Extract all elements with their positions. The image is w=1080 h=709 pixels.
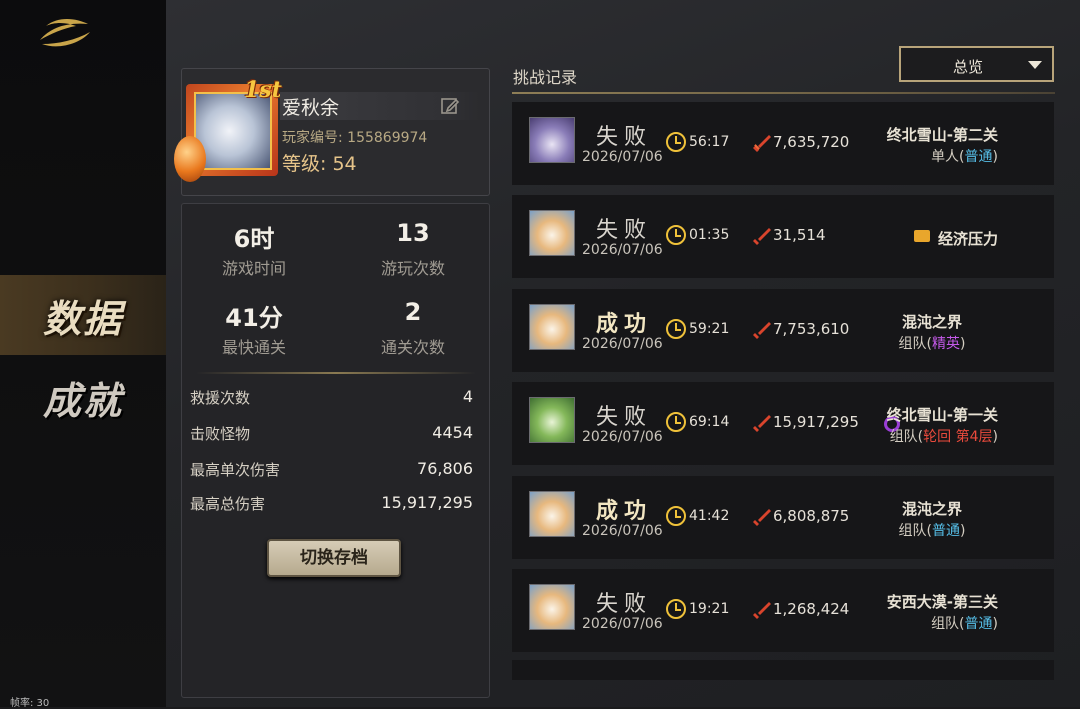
record-date: 2026/07/06 bbox=[582, 429, 663, 445]
record-time: 56:17 bbox=[689, 134, 730, 150]
clock-icon bbox=[666, 412, 686, 432]
record-date: 2026/07/06 bbox=[582, 336, 663, 352]
mode-extra: 第4层 bbox=[951, 429, 993, 445]
sword-icon bbox=[753, 322, 771, 339]
record-row[interactable]: 失败 2026/07/06 19:21 1,268,424 安西大漠-第三关 组… bbox=[512, 569, 1054, 652]
mode-prefix: 组队( bbox=[898, 336, 932, 352]
rank-badge: 1st bbox=[244, 77, 282, 103]
mode-type: 轮回 bbox=[923, 429, 952, 445]
mode-suffix: ) bbox=[960, 336, 966, 352]
mode-suffix: ) bbox=[992, 149, 998, 165]
mode-type: 普通 bbox=[932, 523, 960, 539]
record-mode: 组队(轮回 第4层) bbox=[798, 426, 998, 446]
clear-count-value: 2 bbox=[404, 298, 422, 326]
record-time: 59:21 bbox=[689, 321, 730, 337]
clock-icon bbox=[666, 506, 686, 526]
edit-icon[interactable] bbox=[440, 96, 460, 116]
rescue-count-value: 4 bbox=[462, 387, 473, 406]
max-single-damage-value: 76,806 bbox=[417, 459, 473, 478]
play-count-value: 13 bbox=[396, 219, 430, 247]
record-mode: 组队(普通) bbox=[862, 520, 1002, 540]
record-stage: 终北雪山-第二关 bbox=[886, 126, 998, 144]
records-title: 挑战记录 bbox=[513, 68, 578, 87]
sword-icon bbox=[753, 415, 771, 432]
mode-type: 普通 bbox=[964, 616, 993, 632]
record-mode: 组队(普通) bbox=[798, 613, 998, 633]
record-date: 2026/07/06 bbox=[582, 242, 663, 258]
max-single-damage-label: 最高单次伤害 bbox=[190, 461, 281, 479]
mode-suffix: ) bbox=[992, 429, 998, 445]
sidebar-item-data[interactable]: 数据 bbox=[0, 275, 166, 355]
record-time: 01:35 bbox=[689, 227, 730, 243]
sidebar-item-achievements[interactable]: 成就 bbox=[0, 357, 166, 437]
rescue-count-label: 救援次数 bbox=[190, 389, 251, 407]
play-time-label: 游戏时间 bbox=[221, 259, 286, 278]
mode-prefix: 组队( bbox=[931, 616, 965, 632]
record-row[interactable]: 成功 2026/07/06 59:21 7,753,610 混沌之界 组队(精英… bbox=[512, 289, 1054, 372]
record-mode: 单人(普通) bbox=[798, 146, 998, 166]
monsters-defeated-label: 击败怪物 bbox=[190, 425, 251, 443]
record-row[interactable]: 失败 2026/07/06 01:35 31,514 经济压力 bbox=[512, 195, 1054, 278]
record-damage: 7,753,610 bbox=[773, 320, 850, 338]
player-level: 等级: 54 bbox=[282, 153, 357, 175]
clock-icon bbox=[666, 132, 686, 152]
record-stage: 经济压力 bbox=[937, 230, 998, 248]
records-filter-dropdown[interactable]: 总览 bbox=[899, 46, 1054, 82]
record-row[interactable]: 失败 2026/07/06 69:14 15,917,295 终北雪山-第一关 … bbox=[512, 382, 1054, 465]
record-mode: 组队(精英) bbox=[862, 333, 1002, 353]
record-date: 2026/07/06 bbox=[582, 523, 663, 539]
mode-suffix: ) bbox=[960, 523, 966, 539]
mode-type: 普通 bbox=[964, 149, 993, 165]
mode-extra-text: 第4层 bbox=[955, 429, 993, 445]
record-row[interactable]: 成功 2026/07/06 41:42 6,808,875 混沌之界 组队(普通… bbox=[512, 476, 1054, 559]
mode-suffix: ) bbox=[992, 616, 998, 632]
mode-prefix: 组队( bbox=[898, 523, 932, 539]
record-time: 41:42 bbox=[689, 508, 730, 524]
clock-icon bbox=[666, 599, 686, 619]
sword-icon bbox=[753, 509, 771, 526]
orb-icon bbox=[174, 136, 206, 182]
max-total-damage-label: 最高总伤害 bbox=[190, 495, 266, 513]
switch-save-button[interactable]: 切换存档 bbox=[267, 539, 401, 577]
sword-icon bbox=[753, 602, 771, 619]
records-divider bbox=[512, 92, 1055, 94]
sidebar: 数据 成就 帧率: 30 bbox=[0, 0, 166, 709]
record-stage: 混沌之界 bbox=[901, 500, 962, 518]
max-total-damage-value: 15,917,295 bbox=[381, 493, 473, 512]
sword-icon bbox=[753, 135, 771, 152]
clock-icon bbox=[666, 225, 686, 245]
stats-divider bbox=[196, 372, 476, 374]
fastest-clear-value: 41分 bbox=[225, 304, 283, 332]
record-stage: 安西大漠-第三关 bbox=[886, 593, 998, 611]
fastest-clear-label: 最快通关 bbox=[221, 338, 286, 357]
record-row-partial bbox=[512, 660, 1054, 680]
mode-prefix: 单人( bbox=[931, 149, 965, 165]
player-id: 玩家编号: 155869974 bbox=[282, 130, 428, 146]
game-logo-icon bbox=[40, 19, 90, 47]
sword-icon bbox=[753, 228, 771, 245]
dropdown-selected-label: 总览 bbox=[952, 58, 983, 76]
record-time: 19:21 bbox=[689, 601, 730, 617]
record-row[interactable]: 失败 2026/07/06 56:17 7,635,720 终北雪山-第二关 单… bbox=[512, 102, 1054, 185]
clear-count-label: 通关次数 bbox=[380, 338, 445, 357]
player-name: 爱秋余 bbox=[282, 97, 340, 119]
mode-type: 精英 bbox=[932, 336, 960, 352]
record-stage: 终北雪山-第一关 bbox=[886, 406, 998, 424]
record-time: 69:14 bbox=[689, 414, 730, 430]
record-date: 2026/07/06 bbox=[582, 616, 663, 632]
chevron-down-icon bbox=[1028, 61, 1042, 69]
mode-prefix: 组队( bbox=[889, 429, 924, 445]
record-damage: 6,808,875 bbox=[773, 507, 850, 525]
record-stage: 混沌之界 bbox=[901, 313, 962, 331]
play-time-value: 6时 bbox=[233, 225, 275, 253]
clock-icon bbox=[666, 319, 686, 339]
monsters-defeated-value: 4454 bbox=[432, 423, 473, 442]
record-date: 2026/07/06 bbox=[582, 149, 663, 165]
play-count-label: 游玩次数 bbox=[380, 259, 445, 278]
